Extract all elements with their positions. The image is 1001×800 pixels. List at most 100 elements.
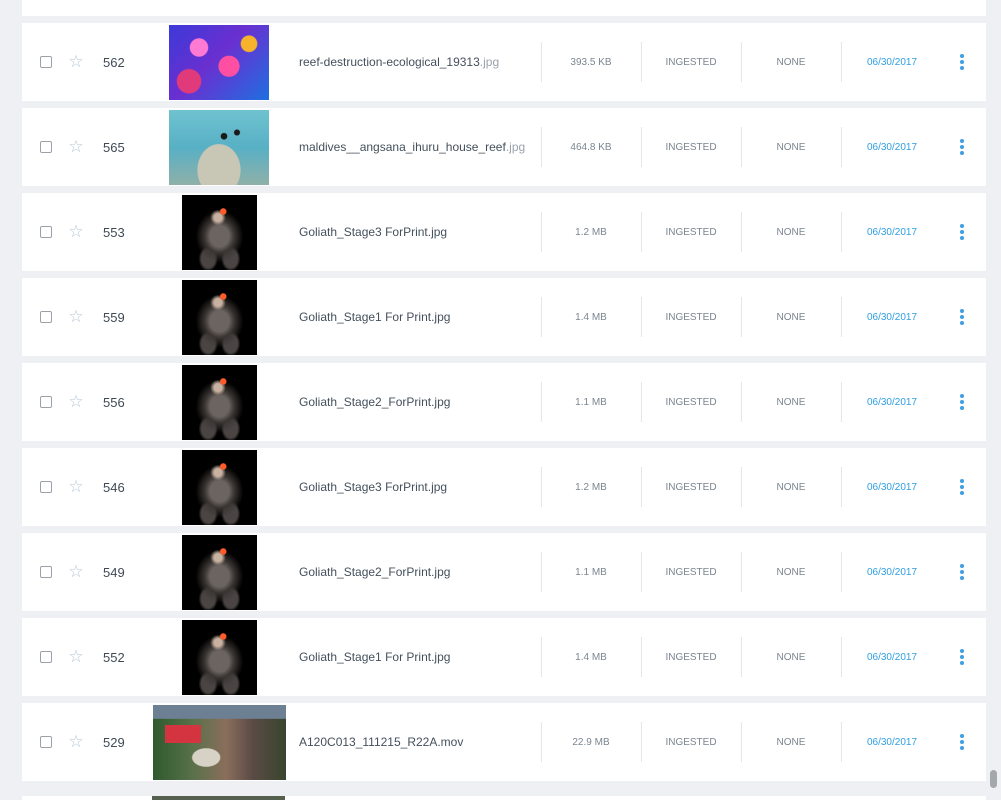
thumbnail-image[interactable]: [169, 109, 269, 185]
thumbnail-image[interactable]: [181, 364, 257, 440]
date-link[interactable]: 06/30/2017: [842, 533, 942, 611]
table-row[interactable]: ☆ 556 Goliath_Stage2_ForPrint.jpg 1.1 MB…: [22, 363, 986, 441]
more-vertical-icon[interactable]: [960, 479, 964, 495]
row-checkbox[interactable]: [39, 448, 53, 526]
star-icon[interactable]: ☆: [66, 618, 86, 696]
file-name[interactable]: Goliath_Stage3 ForPrint.jpg: [299, 193, 539, 271]
star-icon[interactable]: ☆: [66, 278, 86, 356]
date-link[interactable]: 06/30/2017: [842, 448, 942, 526]
more-options-button[interactable]: [954, 363, 970, 441]
checkbox-box[interactable]: [40, 396, 52, 408]
more-vertical-icon[interactable]: [960, 54, 964, 70]
row-checkbox[interactable]: [39, 23, 53, 101]
more-vertical-icon[interactable]: [960, 734, 964, 750]
file-name[interactable]: reef-destruction-ecological_19313 .jpg: [299, 23, 539, 101]
thumbnail[interactable]: [150, 278, 288, 356]
more-options-button[interactable]: [954, 278, 970, 356]
scrollbar-thumb[interactable]: [990, 770, 997, 788]
thumbnail-image[interactable]: [181, 449, 257, 525]
star-icon[interactable]: ☆: [66, 193, 86, 271]
checkbox-box[interactable]: [40, 141, 52, 153]
table-row[interactable]: ☆ 549 Goliath_Stage2_ForPrint.jpg 1.1 MB…: [22, 533, 986, 611]
table-row[interactable]: ☆ 562 reef-destruction-ecological_19313.…: [22, 23, 986, 101]
more-vertical-icon[interactable]: [960, 224, 964, 240]
file-name[interactable]: Goliath_Stage2_ForPrint.jpg: [299, 363, 539, 441]
table-row[interactable]: ☆ 552 Goliath_Stage1 For Print.jpg 1.4 M…: [22, 618, 986, 696]
checkbox-box[interactable]: [40, 226, 52, 238]
date-link[interactable]: 06/30/2017: [842, 703, 942, 781]
file-name[interactable]: Goliath_Stage1 For Print.jpg: [299, 278, 539, 356]
checkbox-box[interactable]: [40, 736, 52, 748]
thumbnail[interactable]: [150, 363, 288, 441]
row-checkbox[interactable]: [39, 363, 53, 441]
row-checkbox[interactable]: [39, 193, 53, 271]
row-checkbox[interactable]: [39, 618, 53, 696]
more-vertical-icon[interactable]: [960, 139, 964, 155]
star-icon[interactable]: ☆: [66, 23, 86, 101]
file-name[interactable]: Goliath_Stage2_ForPrint.jpg: [299, 533, 539, 611]
date-link[interactable]: 06/30/2017: [842, 108, 942, 186]
date-link[interactable]: 06/30/2017: [842, 618, 942, 696]
more-options-button[interactable]: [954, 703, 970, 781]
star-icon[interactable]: ☆: [66, 448, 86, 526]
table-row[interactable]: [22, 0, 986, 16]
more-options-button[interactable]: [954, 448, 970, 526]
star-icon[interactable]: ☆: [66, 108, 86, 186]
star-icon[interactable]: ☆: [66, 703, 86, 781]
row-checkbox[interactable]: [39, 278, 53, 356]
checkbox-box[interactable]: [40, 651, 52, 663]
more-options-button[interactable]: [954, 618, 970, 696]
more-vertical-icon[interactable]: [960, 309, 964, 325]
date-link[interactable]: 06/30/2017: [842, 23, 942, 101]
more-options-button[interactable]: [954, 23, 970, 101]
thumbnail-image[interactable]: [152, 704, 286, 780]
thumbnail-image[interactable]: [181, 279, 257, 355]
file-name[interactable]: Goliath_Stage1 For Print.jpg: [299, 618, 539, 696]
thumbnail[interactable]: [150, 533, 288, 611]
more-options-button[interactable]: [954, 108, 970, 186]
file-name-text[interactable]: Goliath_Stage1 For Print.jpg: [299, 650, 450, 664]
checkbox-box[interactable]: [40, 56, 52, 68]
file-name-text[interactable]: Goliath_Stage3 ForPrint.jpg: [299, 480, 447, 494]
thumbnail-image[interactable]: [169, 24, 269, 100]
star-icon[interactable]: ☆: [66, 533, 86, 611]
more-vertical-icon[interactable]: [960, 649, 964, 665]
thumbnail[interactable]: [150, 0, 288, 16]
thumbnail[interactable]: [150, 448, 288, 526]
table-row[interactable]: ☆ 529 A120C013_111215_R22A.mov 22.9 MB I…: [22, 703, 986, 781]
star-icon[interactable]: ☆: [66, 363, 86, 441]
thumbnail-image[interactable]: [181, 534, 257, 610]
row-checkbox[interactable]: [39, 108, 53, 186]
date-link[interactable]: 06/30/2017: [842, 278, 942, 356]
file-name-text[interactable]: maldives__angsana_ihuru_house_reef: [299, 140, 506, 154]
file-name[interactable]: Goliath_Stage3 ForPrint.jpg: [299, 448, 539, 526]
row-checkbox[interactable]: [39, 533, 53, 611]
thumbnail-image[interactable]: [181, 619, 257, 695]
file-name-text[interactable]: reef-destruction-ecological_19313: [299, 55, 480, 69]
date-link[interactable]: 06/30/2017: [842, 363, 942, 441]
thumbnail[interactable]: [150, 108, 288, 186]
checkbox-box[interactable]: [40, 481, 52, 493]
file-name-text[interactable]: Goliath_Stage2_ForPrint.jpg: [299, 565, 450, 579]
table-row[interactable]: ☆ 559 Goliath_Stage1 For Print.jpg 1.4 M…: [22, 278, 986, 356]
checkbox-box[interactable]: [40, 566, 52, 578]
file-name-text[interactable]: Goliath_Stage1 For Print.jpg: [299, 310, 450, 324]
more-vertical-icon[interactable]: [960, 564, 964, 580]
thumbnail[interactable]: [150, 703, 288, 781]
file-name[interactable]: maldives__angsana_ihuru_house_reef .jpg: [299, 108, 539, 186]
file-name-text[interactable]: Goliath_Stage3 ForPrint.jpg: [299, 225, 447, 239]
thumbnail-image[interactable]: [181, 194, 257, 270]
date-link[interactable]: 06/30/2017: [842, 193, 942, 271]
more-options-button[interactable]: [954, 193, 970, 271]
file-name[interactable]: A120C013_111215_R22A.mov: [299, 703, 539, 781]
more-options-button[interactable]: [954, 533, 970, 611]
file-name-text[interactable]: Goliath_Stage2_ForPrint.jpg: [299, 395, 450, 409]
table-row[interactable]: ☆ 565 maldives__angsana_ihuru_house_reef…: [22, 108, 986, 186]
thumbnail[interactable]: [150, 618, 288, 696]
thumbnail[interactable]: [150, 193, 288, 271]
more-vertical-icon[interactable]: [960, 394, 964, 410]
checkbox-box[interactable]: [40, 311, 52, 323]
table-row[interactable]: ☆ 553 Goliath_Stage3 ForPrint.jpg 1.2 MB…: [22, 193, 986, 271]
row-checkbox[interactable]: [39, 703, 53, 781]
table-row[interactable]: ☆ 546 Goliath_Stage3 ForPrint.jpg 1.2 MB…: [22, 448, 986, 526]
